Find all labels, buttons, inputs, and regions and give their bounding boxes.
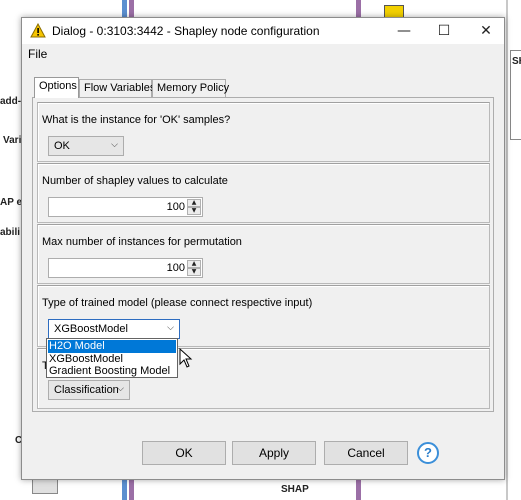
spinner-up-icon[interactable]: ▲ [187,199,201,207]
minimize-button[interactable]: — [384,18,424,44]
workflow-connector [506,0,508,500]
max-instances-label: Max number of instances for permutation [42,236,242,248]
cancel-button[interactable]: Cancel [324,441,408,465]
chevron-down-icon: ⌵ [167,323,174,333]
warning-icon [30,23,46,38]
background-label: SH [512,56,521,67]
ok-instance-section: What is the instance for 'OK' samples? O… [37,102,490,162]
tab-flow-variables[interactable]: Flow Variables [79,79,155,97]
num-shapley-section: Number of shapley values to calculate 10… [37,163,490,223]
mouse-cursor-icon [179,348,193,368]
num-shapley-spinner[interactable]: 100 ▲ ▼ [48,197,203,217]
maximize-button[interactable]: ☐ [424,18,464,44]
max-instances-section: Max number of instances for permutation … [37,224,490,284]
help-icon[interactable]: ? [417,442,439,464]
ok-instance-label: What is the instance for 'OK' samples? [42,114,231,126]
spinner-down-icon[interactable]: ▼ [187,268,201,276]
shapley-config-dialog: Dialog - 0:3103:3442 - Shapley node conf… [21,17,505,480]
apply-button[interactable]: Apply [232,441,316,465]
dropdown-option[interactable]: Gradient Boosting Model [48,365,176,378]
close-button[interactable]: ✕ [466,18,506,44]
background-label: Vari [3,135,22,146]
menu-bar: File [22,44,504,64]
dropdown-option[interactable]: H2O Model [48,340,176,353]
background-label: SHAP [281,484,309,495]
model-type-label: Type of trained model (please connect re… [42,297,313,309]
chevron-down-icon: ⌵ [111,140,118,150]
task-type-select[interactable]: Classification ⌵ [48,380,130,400]
max-instances-spinner[interactable]: 100 ▲ ▼ [48,258,203,278]
tab-memory-policy[interactable]: Memory Policy [152,79,229,97]
title-bar[interactable]: Dialog - 0:3103:3442 - Shapley node conf… [22,18,504,44]
spinner-up-icon[interactable]: ▲ [187,260,201,268]
window-title: Dialog - 0:3103:3442 - Shapley node conf… [52,24,320,38]
tab-options[interactable]: Options [34,77,79,98]
model-type-select[interactable]: XGBoostModel ⌵ [48,319,180,339]
num-shapley-label: Number of shapley values to calculate [42,175,228,187]
ok-button[interactable]: OK [142,441,226,465]
ok-instance-select[interactable]: OK ⌵ [48,136,124,156]
model-type-dropdown-list: H2O Model XGBoostModel Gradient Boosting… [46,338,178,378]
menu-file[interactable]: File [28,47,47,61]
spinner-down-icon[interactable]: ▼ [187,207,201,215]
chevron-down-icon: ⌵ [117,384,124,394]
background-label: abili [0,227,21,238]
